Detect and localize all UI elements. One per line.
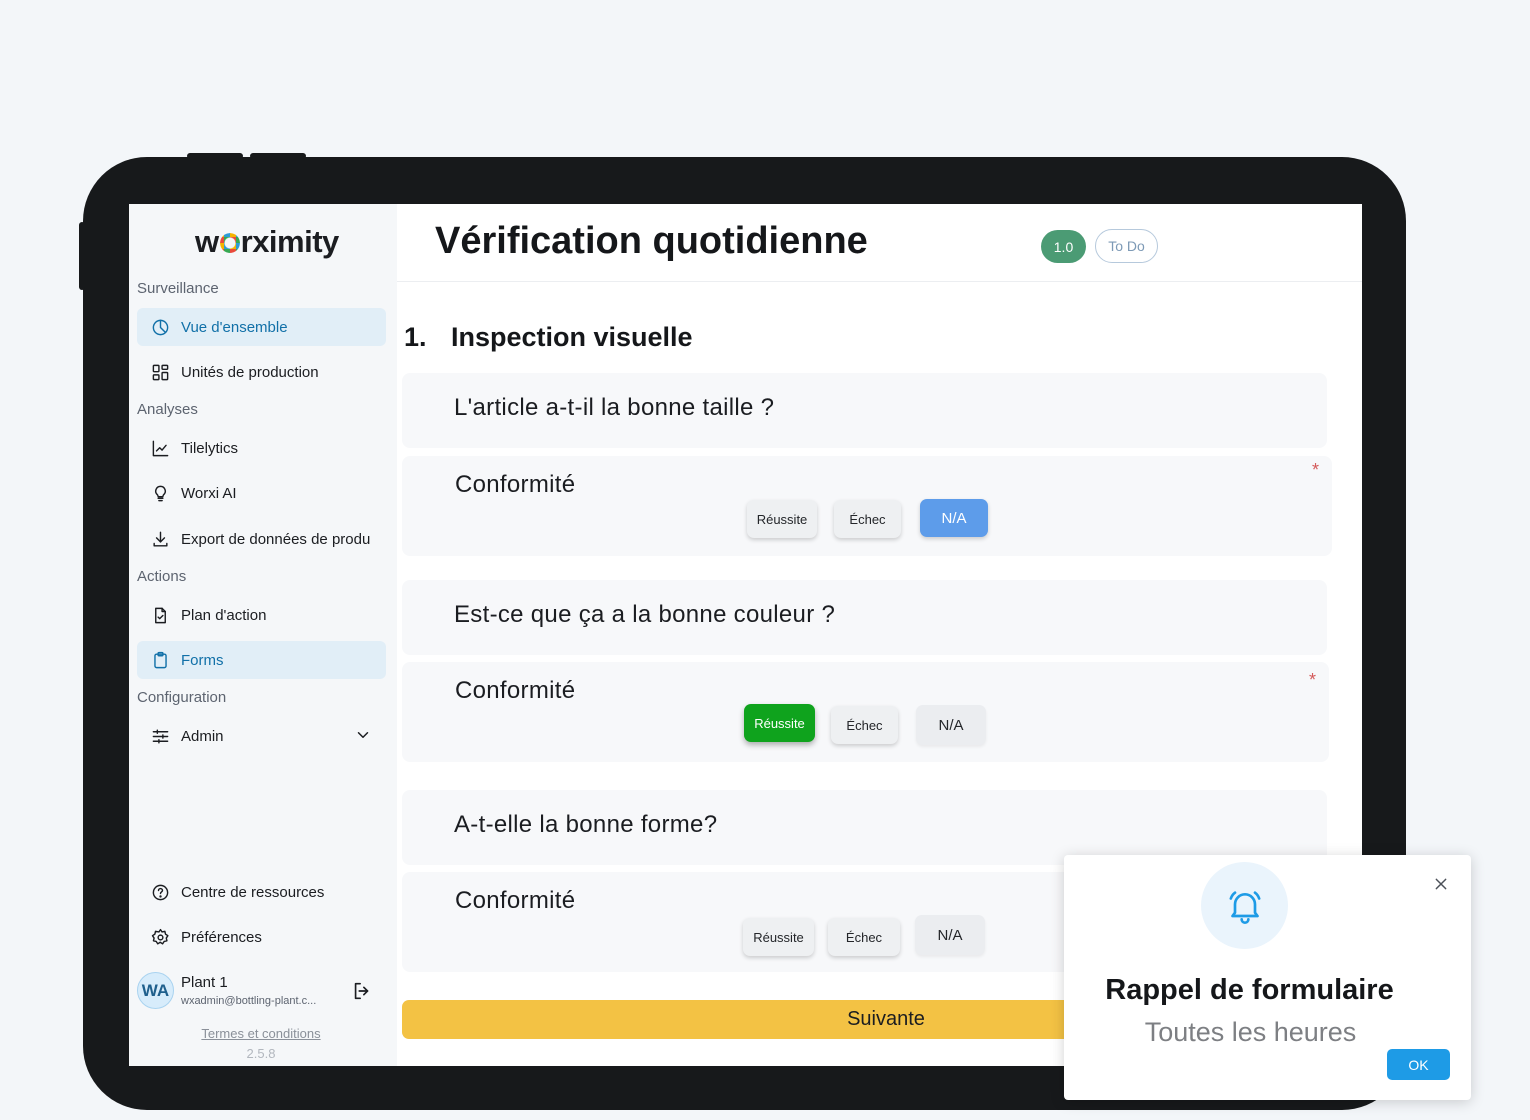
user-email: wxadmin@bottling-plant.c...	[181, 995, 317, 1007]
pie-chart-icon	[150, 317, 170, 337]
sidebar-item-overview[interactable]: Vue d'ensemble	[137, 308, 386, 346]
sidebar-item-label: Plan d'action	[181, 606, 267, 624]
section-title-text: Inspection visuelle	[451, 322, 693, 352]
sidebar-item-label: Worxi AI	[181, 484, 237, 502]
option-na-button[interactable]: N/A	[916, 705, 986, 745]
bell-icon	[1229, 890, 1260, 924]
reminder-notification: Rappel de formulaire Toutes les heures O…	[1064, 855, 1471, 1100]
sidebar-item-label: Centre de ressources	[181, 883, 325, 901]
notification-subtitle: Toutes les heures	[1144, 1017, 1357, 1047]
answer-label: Conformité	[455, 887, 576, 914]
status-badge: To Do	[1095, 229, 1158, 263]
sidebar-item-worxi-ai[interactable]: Worxi AI	[137, 474, 386, 512]
sidebar: w rximity Surveillance Vue d'ensemble Uni…	[129, 204, 397, 1066]
avatar: WA	[137, 972, 174, 1009]
question-text: L'article a-t-il la bonne taille ?	[454, 394, 775, 421]
option-pass-button[interactable]: Réussite	[744, 704, 815, 742]
question-text: Est-ce que ça a la bonne couleur ?	[454, 601, 836, 628]
option-na-button[interactable]: N/A	[920, 499, 988, 537]
lightbulb-icon	[150, 483, 170, 503]
question-card: L'article a-t-il la bonne taille ?	[402, 373, 1327, 448]
option-fail-button[interactable]: Échec	[831, 706, 898, 744]
close-icon[interactable]	[1433, 876, 1449, 892]
sidebar-item-label: Vue d'ensemble	[181, 318, 288, 336]
sidebar-item-label: Préférences	[181, 928, 262, 946]
required-marker: *	[1312, 460, 1320, 480]
required-marker: *	[1309, 670, 1317, 690]
option-fail-button[interactable]: Échec	[828, 918, 900, 956]
sidebar-item-resources[interactable]: Centre de ressources	[137, 873, 386, 911]
section-label-surveillance: Surveillance	[137, 280, 219, 297]
page-title: Vérification quotidienne	[435, 220, 868, 262]
clipboard-icon	[150, 650, 170, 670]
option-fail-button[interactable]: Échec	[834, 500, 901, 538]
section-label-configuration: Configuration	[137, 689, 227, 706]
sidebar-item-label: Forms	[181, 651, 224, 669]
answer-card: Conformité * Réussite Échec N/A	[402, 456, 1332, 556]
sidebar-item-admin[interactable]: Admin	[137, 717, 386, 755]
bell-icon-badge	[1201, 862, 1288, 949]
tablet-button	[79, 222, 85, 290]
answer-label: Conformité	[455, 677, 576, 704]
section-number: 1.	[404, 322, 427, 352]
section-label-actions: Actions	[137, 568, 187, 585]
gear-icon	[150, 927, 170, 947]
sidebar-item-label: Admin	[181, 727, 224, 745]
terms-link[interactable]: Termes et conditions	[129, 1026, 393, 1041]
sidebar-item-tilelytics[interactable]: Tilelytics	[137, 429, 386, 467]
section-title: 1. Inspection visuelle	[404, 322, 693, 353]
ok-button[interactable]: OK	[1387, 1049, 1450, 1080]
question-card: A-t-elle la bonne forme?	[402, 790, 1327, 865]
logo: w rximity	[195, 224, 339, 259]
sidebar-item-label: Export de données de produ	[181, 530, 371, 548]
tablet-button	[250, 153, 306, 159]
question-text: A-t-elle la bonne forme?	[454, 811, 718, 838]
option-pass-button[interactable]: Réussite	[743, 918, 814, 956]
option-pass-button[interactable]: Réussite	[747, 500, 817, 538]
user-profile[interactable]: WA Plant 1 wxadmin@bottling-plant.c...	[137, 971, 386, 1011]
sidebar-item-label: Unités de production	[181, 363, 319, 381]
sidebar-item-preferences[interactable]: Préférences	[137, 918, 386, 956]
page-header: Vérification quotidienne 1.0 To Do	[397, 204, 1362, 282]
sliders-icon	[150, 726, 170, 746]
help-circle-icon	[150, 882, 170, 902]
answer-card: Conformité * Réussite Échec N/A	[402, 662, 1329, 762]
user-name: Plant 1	[181, 974, 228, 991]
tablet-button	[187, 153, 243, 159]
line-chart-icon	[150, 438, 170, 458]
sidebar-item-export[interactable]: Export de données de produ	[137, 520, 386, 558]
chevron-down-icon[interactable]	[354, 726, 372, 744]
sidebar-item-action-plan[interactable]: Plan d'action	[137, 596, 386, 634]
question-card: Est-ce que ça a la bonne couleur ?	[402, 580, 1327, 655]
grid-icon	[150, 362, 170, 382]
app-version: 2.5.8	[246, 1046, 276, 1061]
notification-title: Rappel de formulaire	[1105, 974, 1394, 1006]
option-na-button[interactable]: N/A	[915, 915, 985, 955]
sidebar-item-label: Tilelytics	[181, 439, 238, 457]
answer-label: Conformité	[455, 471, 576, 498]
sidebar-item-forms[interactable]: Forms	[137, 641, 386, 679]
file-check-icon	[150, 605, 170, 625]
logout-icon[interactable]	[351, 980, 373, 1002]
download-icon	[150, 529, 170, 549]
version-badge: 1.0	[1041, 230, 1086, 263]
section-label-analyses: Analyses	[137, 401, 198, 418]
sidebar-item-production-units[interactable]: Unités de production	[137, 353, 386, 391]
